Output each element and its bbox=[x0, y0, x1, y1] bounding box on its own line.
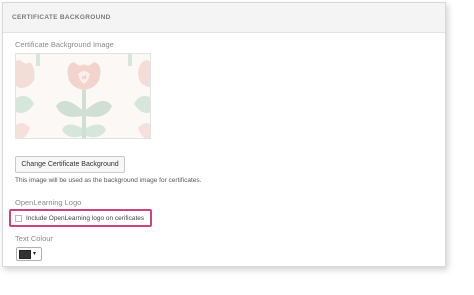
text-colour-picker[interactable]: ▾ bbox=[16, 247, 42, 261]
certificate-background-panel: CERTIFICATE BACKGROUND Certificate Backg… bbox=[2, 2, 446, 267]
section-title: CERTIFICATE BACKGROUND bbox=[12, 14, 111, 21]
include-logo-option[interactable]: Include OpenLearning logo on cerificates bbox=[15, 212, 144, 224]
logo-label: OpenLearning Logo bbox=[15, 198, 82, 207]
colour-swatch bbox=[19, 249, 31, 259]
svg-text:ol: ol bbox=[82, 75, 86, 81]
floral-pattern-image: ol bbox=[16, 54, 150, 138]
include-logo-label[interactable]: Include OpenLearning logo on cerificates bbox=[26, 215, 144, 222]
background-image-label: Certificate Background Image bbox=[15, 40, 114, 49]
panel-header: CERTIFICATE BACKGROUND bbox=[3, 3, 445, 33]
background-image-preview: ol bbox=[15, 53, 151, 139]
change-background-button[interactable]: Change Certificate Background bbox=[15, 156, 125, 173]
include-logo-checkbox[interactable] bbox=[15, 214, 22, 222]
background-help-text: This image will be used as the backgroun… bbox=[15, 177, 202, 184]
text-colour-label: Text Colour bbox=[15, 234, 53, 243]
chevron-down-icon: ▾ bbox=[33, 251, 37, 257]
